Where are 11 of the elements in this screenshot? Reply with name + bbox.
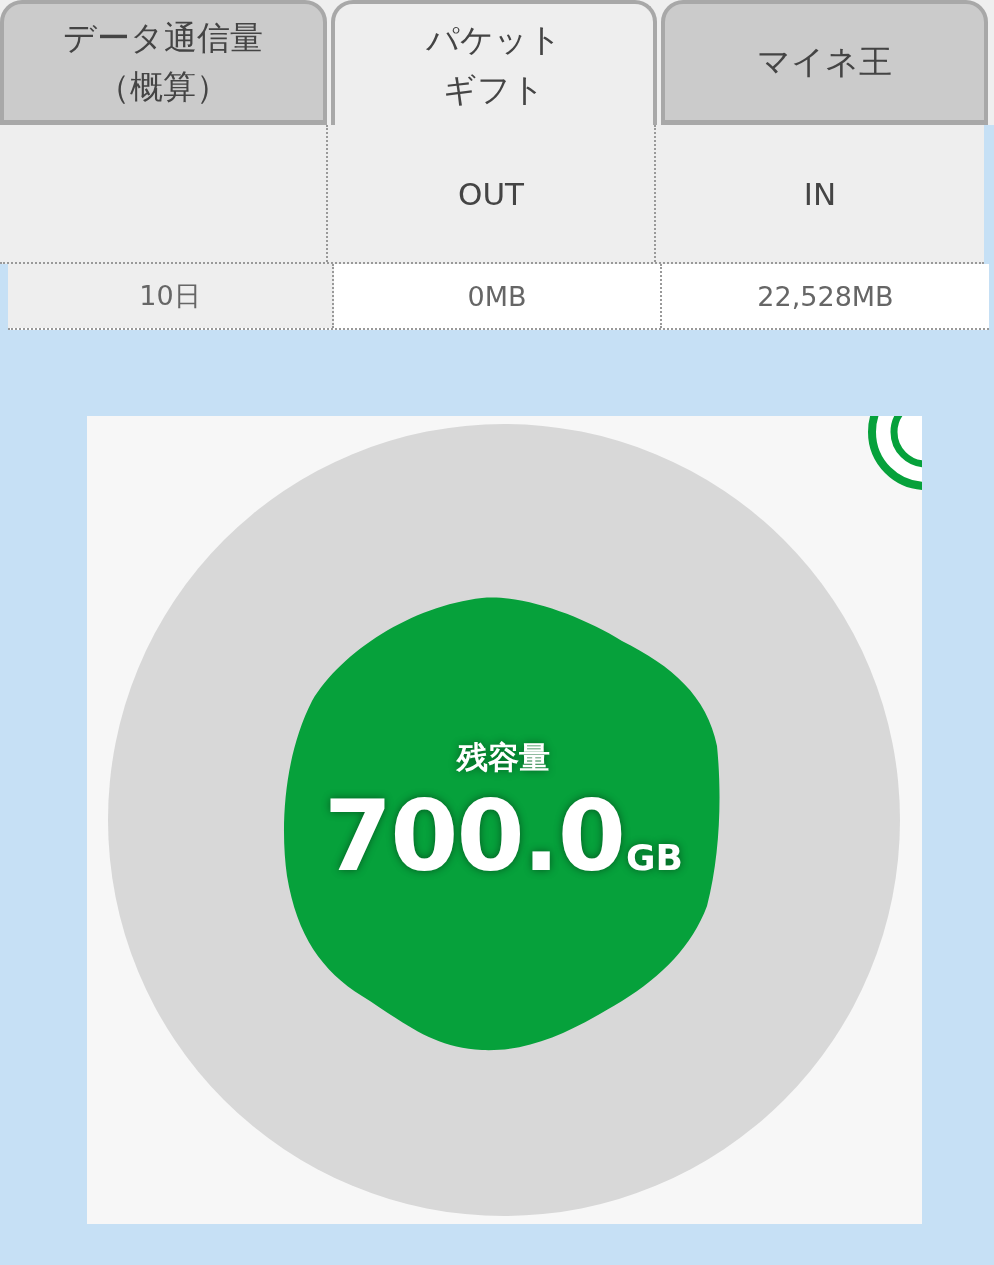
table-cell: 0MB — [334, 264, 662, 328]
table-cell: 10日 — [8, 264, 334, 328]
remaining-value: 700.0 — [324, 779, 624, 893]
remaining-label: 残容量 — [457, 738, 550, 777]
remaining-unit: GB — [626, 837, 683, 878]
tab[interactable]: パケット ギフト — [330, 0, 658, 125]
tab[interactable]: マイネ王 — [661, 0, 988, 125]
column-header: IN — [803, 175, 837, 212]
table-cell-text: 22,528MB — [756, 279, 895, 314]
column-header: OUT — [458, 175, 524, 212]
tab[interactable]: データ通信量 （概算） — [0, 0, 327, 125]
